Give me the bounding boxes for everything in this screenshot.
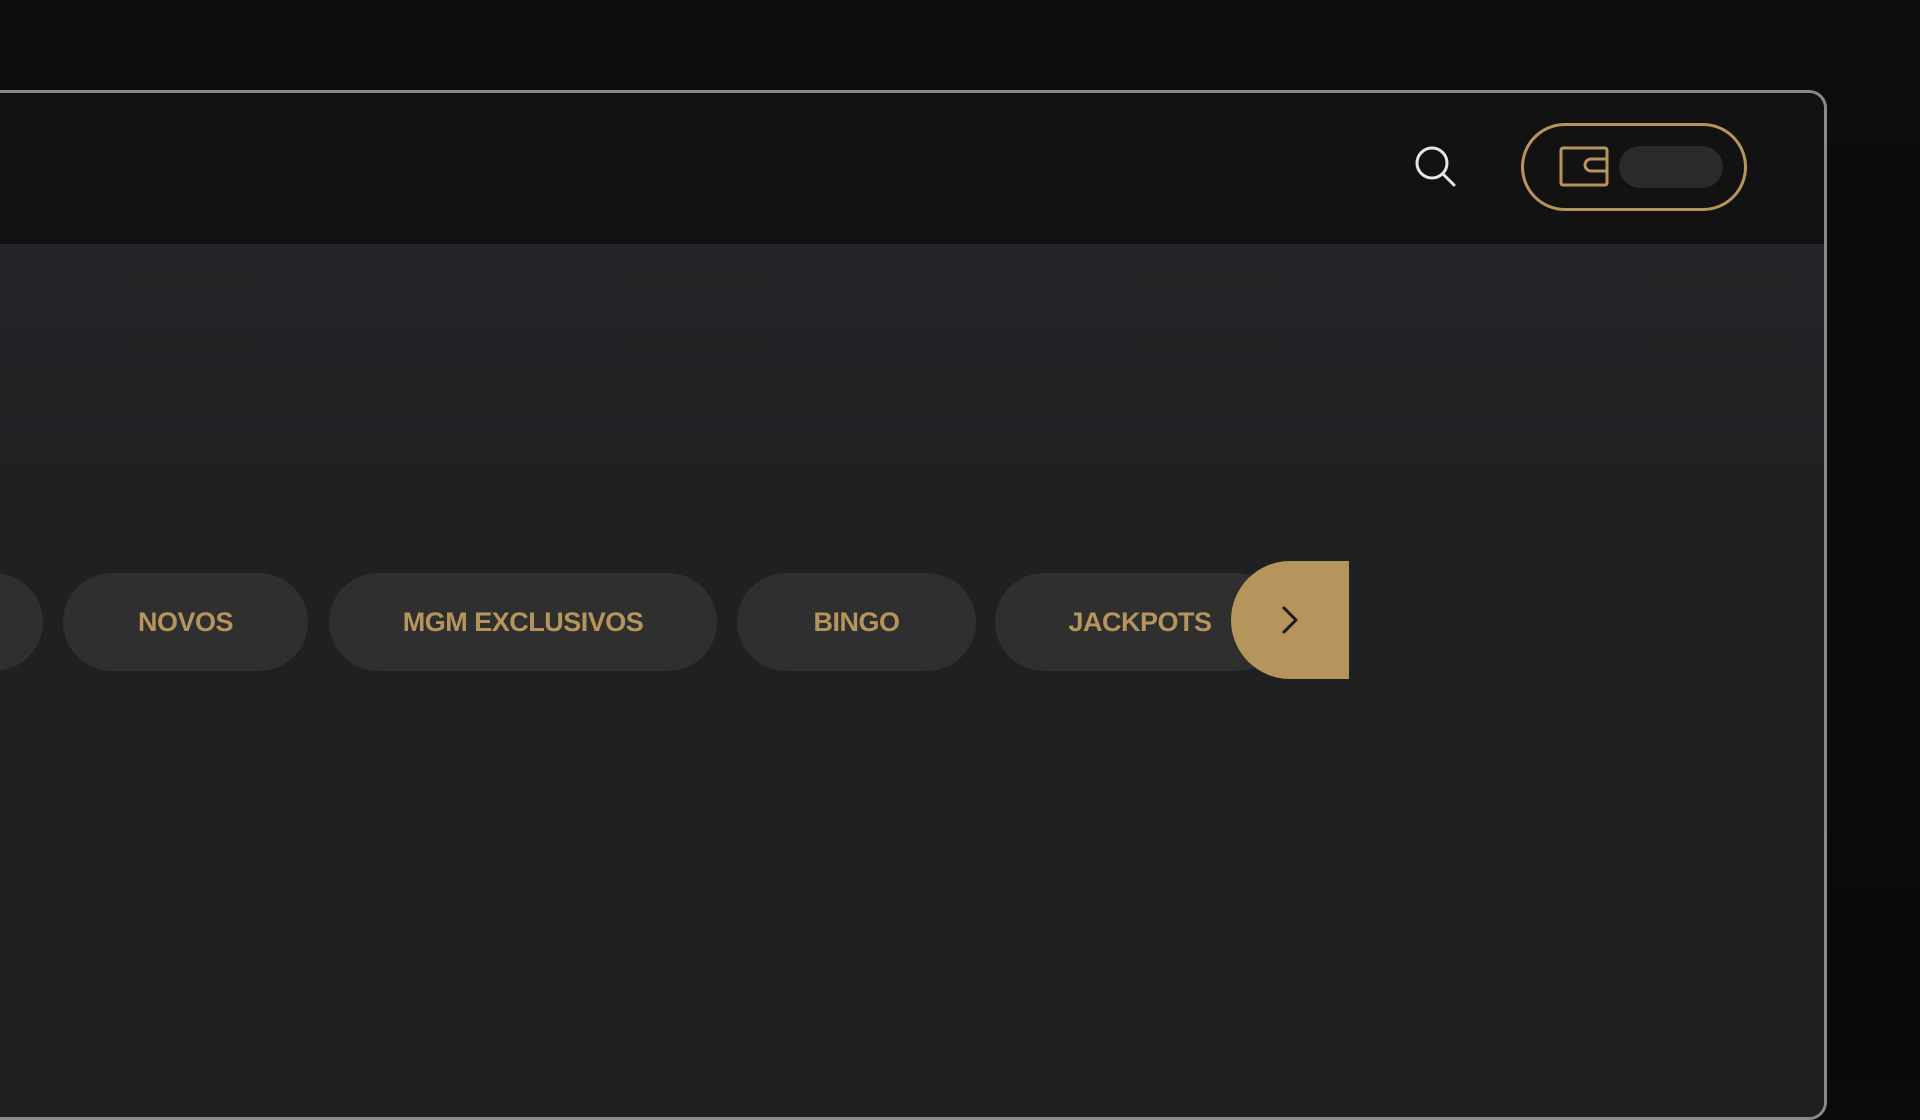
balance-placeholder — [1619, 146, 1723, 188]
scroll-next-button[interactable] — [1231, 561, 1349, 679]
main-content: NOVOS MGM EXCLUSIVOS BINGO JACKPOTS — [0, 244, 1824, 1117]
category-pill-bingo[interactable]: BINGO — [737, 573, 976, 671]
app-window: NOVOS MGM EXCLUSIVOS BINGO JACKPOTS — [0, 90, 1827, 1120]
category-pill-partial[interactable] — [0, 573, 43, 671]
search-icon — [1415, 146, 1456, 187]
search-button[interactable] — [1407, 138, 1465, 196]
category-pill-novos[interactable]: NOVOS — [63, 573, 308, 671]
category-pill-mgm-exclusivos[interactable]: MGM EXCLUSIVOS — [329, 573, 717, 671]
category-nav: NOVOS MGM EXCLUSIVOS BINGO JACKPOTS — [0, 561, 1363, 679]
app-header — [0, 93, 1824, 244]
wallet-icon — [1559, 146, 1611, 188]
chevron-right-icon — [1282, 606, 1298, 634]
wallet-button[interactable] — [1521, 123, 1747, 211]
